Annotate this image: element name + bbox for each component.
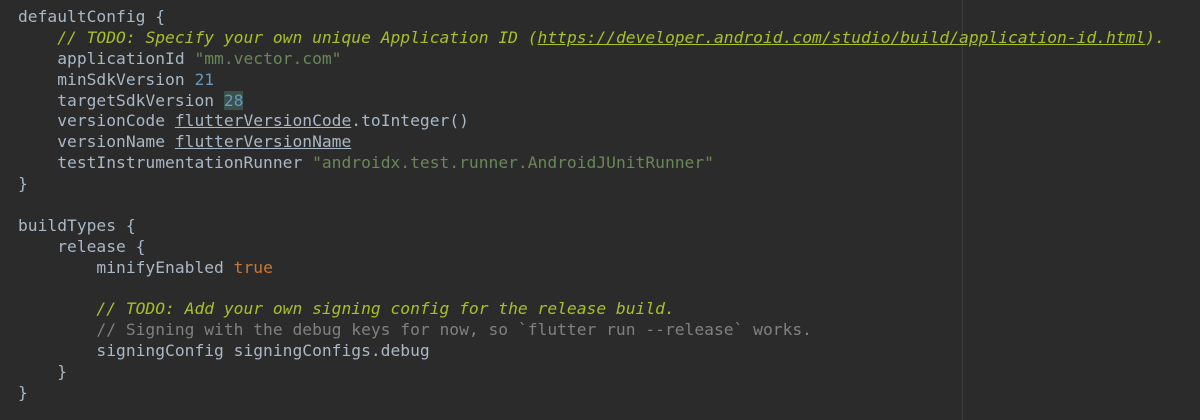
code-token: versionName	[18, 132, 175, 152]
code-token: // TODO: Add your own signing config for…	[96, 299, 675, 319]
code-token: // TODO: Specify your own unique Applica…	[57, 27, 538, 47]
code-line[interactable]: }	[18, 362, 1165, 383]
code-line[interactable]: }	[18, 383, 1165, 404]
code-line[interactable]: // Signing with the debug keys for now, …	[18, 320, 1165, 341]
code-token[interactable]: https://developer.android.com/studio/bui…	[538, 28, 1146, 47]
code-token: targetSdkVersion	[18, 90, 224, 110]
code-token: ).	[1145, 27, 1165, 47]
code-token: flutterVersionCode	[174, 111, 352, 131]
code-token: buildTypes {	[18, 215, 136, 235]
code-token: defaultConfig {	[18, 7, 166, 26]
code-line[interactable]: minSdkVersion 21	[18, 70, 1165, 91]
code-line[interactable]: release {	[18, 237, 1165, 258]
code-token: true	[233, 257, 273, 277]
code-editor[interactable]: defaultConfig { // TODO: Specify your ow…	[0, 0, 1200, 420]
code-line[interactable]	[18, 279, 1165, 300]
code-token: versionCode	[18, 111, 175, 131]
code-line[interactable]: versionCode flutterVersionCode.toInteger…	[18, 111, 1165, 132]
code-token: signingConfig signingConfigs.debug	[18, 341, 430, 361]
code-token: 21	[194, 69, 215, 89]
code-token: "androidx.test.runner.AndroidJUnitRunner…	[312, 153, 714, 173]
code-token: }	[18, 383, 28, 403]
code-token: }	[18, 174, 28, 194]
code-token: applicationId	[18, 48, 195, 68]
code-token: "mm.vector.com"	[194, 48, 342, 68]
code-line[interactable]: applicationId "mm.vector.com"	[18, 49, 1165, 70]
code-line[interactable]: // TODO: Specify your own unique Applica…	[18, 28, 1165, 49]
code-token: 28	[223, 90, 244, 110]
code-token: .toInteger()	[351, 111, 469, 131]
code-line[interactable]: targetSdkVersion 28	[18, 90, 1165, 112]
code-line[interactable]: signingConfig signingConfigs.debug	[18, 341, 1165, 362]
code-line[interactable]: }	[18, 174, 1165, 195]
code-token: flutterVersionName	[174, 132, 352, 152]
code-token: // Signing with the debug keys for now, …	[96, 320, 812, 340]
code-line[interactable]: testInstrumentationRunner "androidx.test…	[18, 153, 1165, 174]
code-area[interactable]: defaultConfig { // TODO: Specify your ow…	[18, 7, 1165, 404]
code-line[interactable]: defaultConfig {	[18, 7, 1165, 28]
code-token: testInstrumentationRunner	[18, 153, 313, 173]
code-line[interactable]: versionName flutterVersionName	[18, 132, 1165, 153]
code-token: minSdkVersion	[18, 69, 195, 89]
code-line[interactable]: buildTypes {	[18, 216, 1165, 237]
code-line[interactable]: minifyEnabled true	[18, 258, 1165, 279]
code-line[interactable]	[18, 195, 1165, 216]
code-token: }	[18, 362, 68, 382]
code-token: release {	[18, 236, 146, 256]
code-line[interactable]: // TODO: Add your own signing config for…	[18, 299, 1165, 320]
code-token: minifyEnabled	[18, 257, 234, 277]
